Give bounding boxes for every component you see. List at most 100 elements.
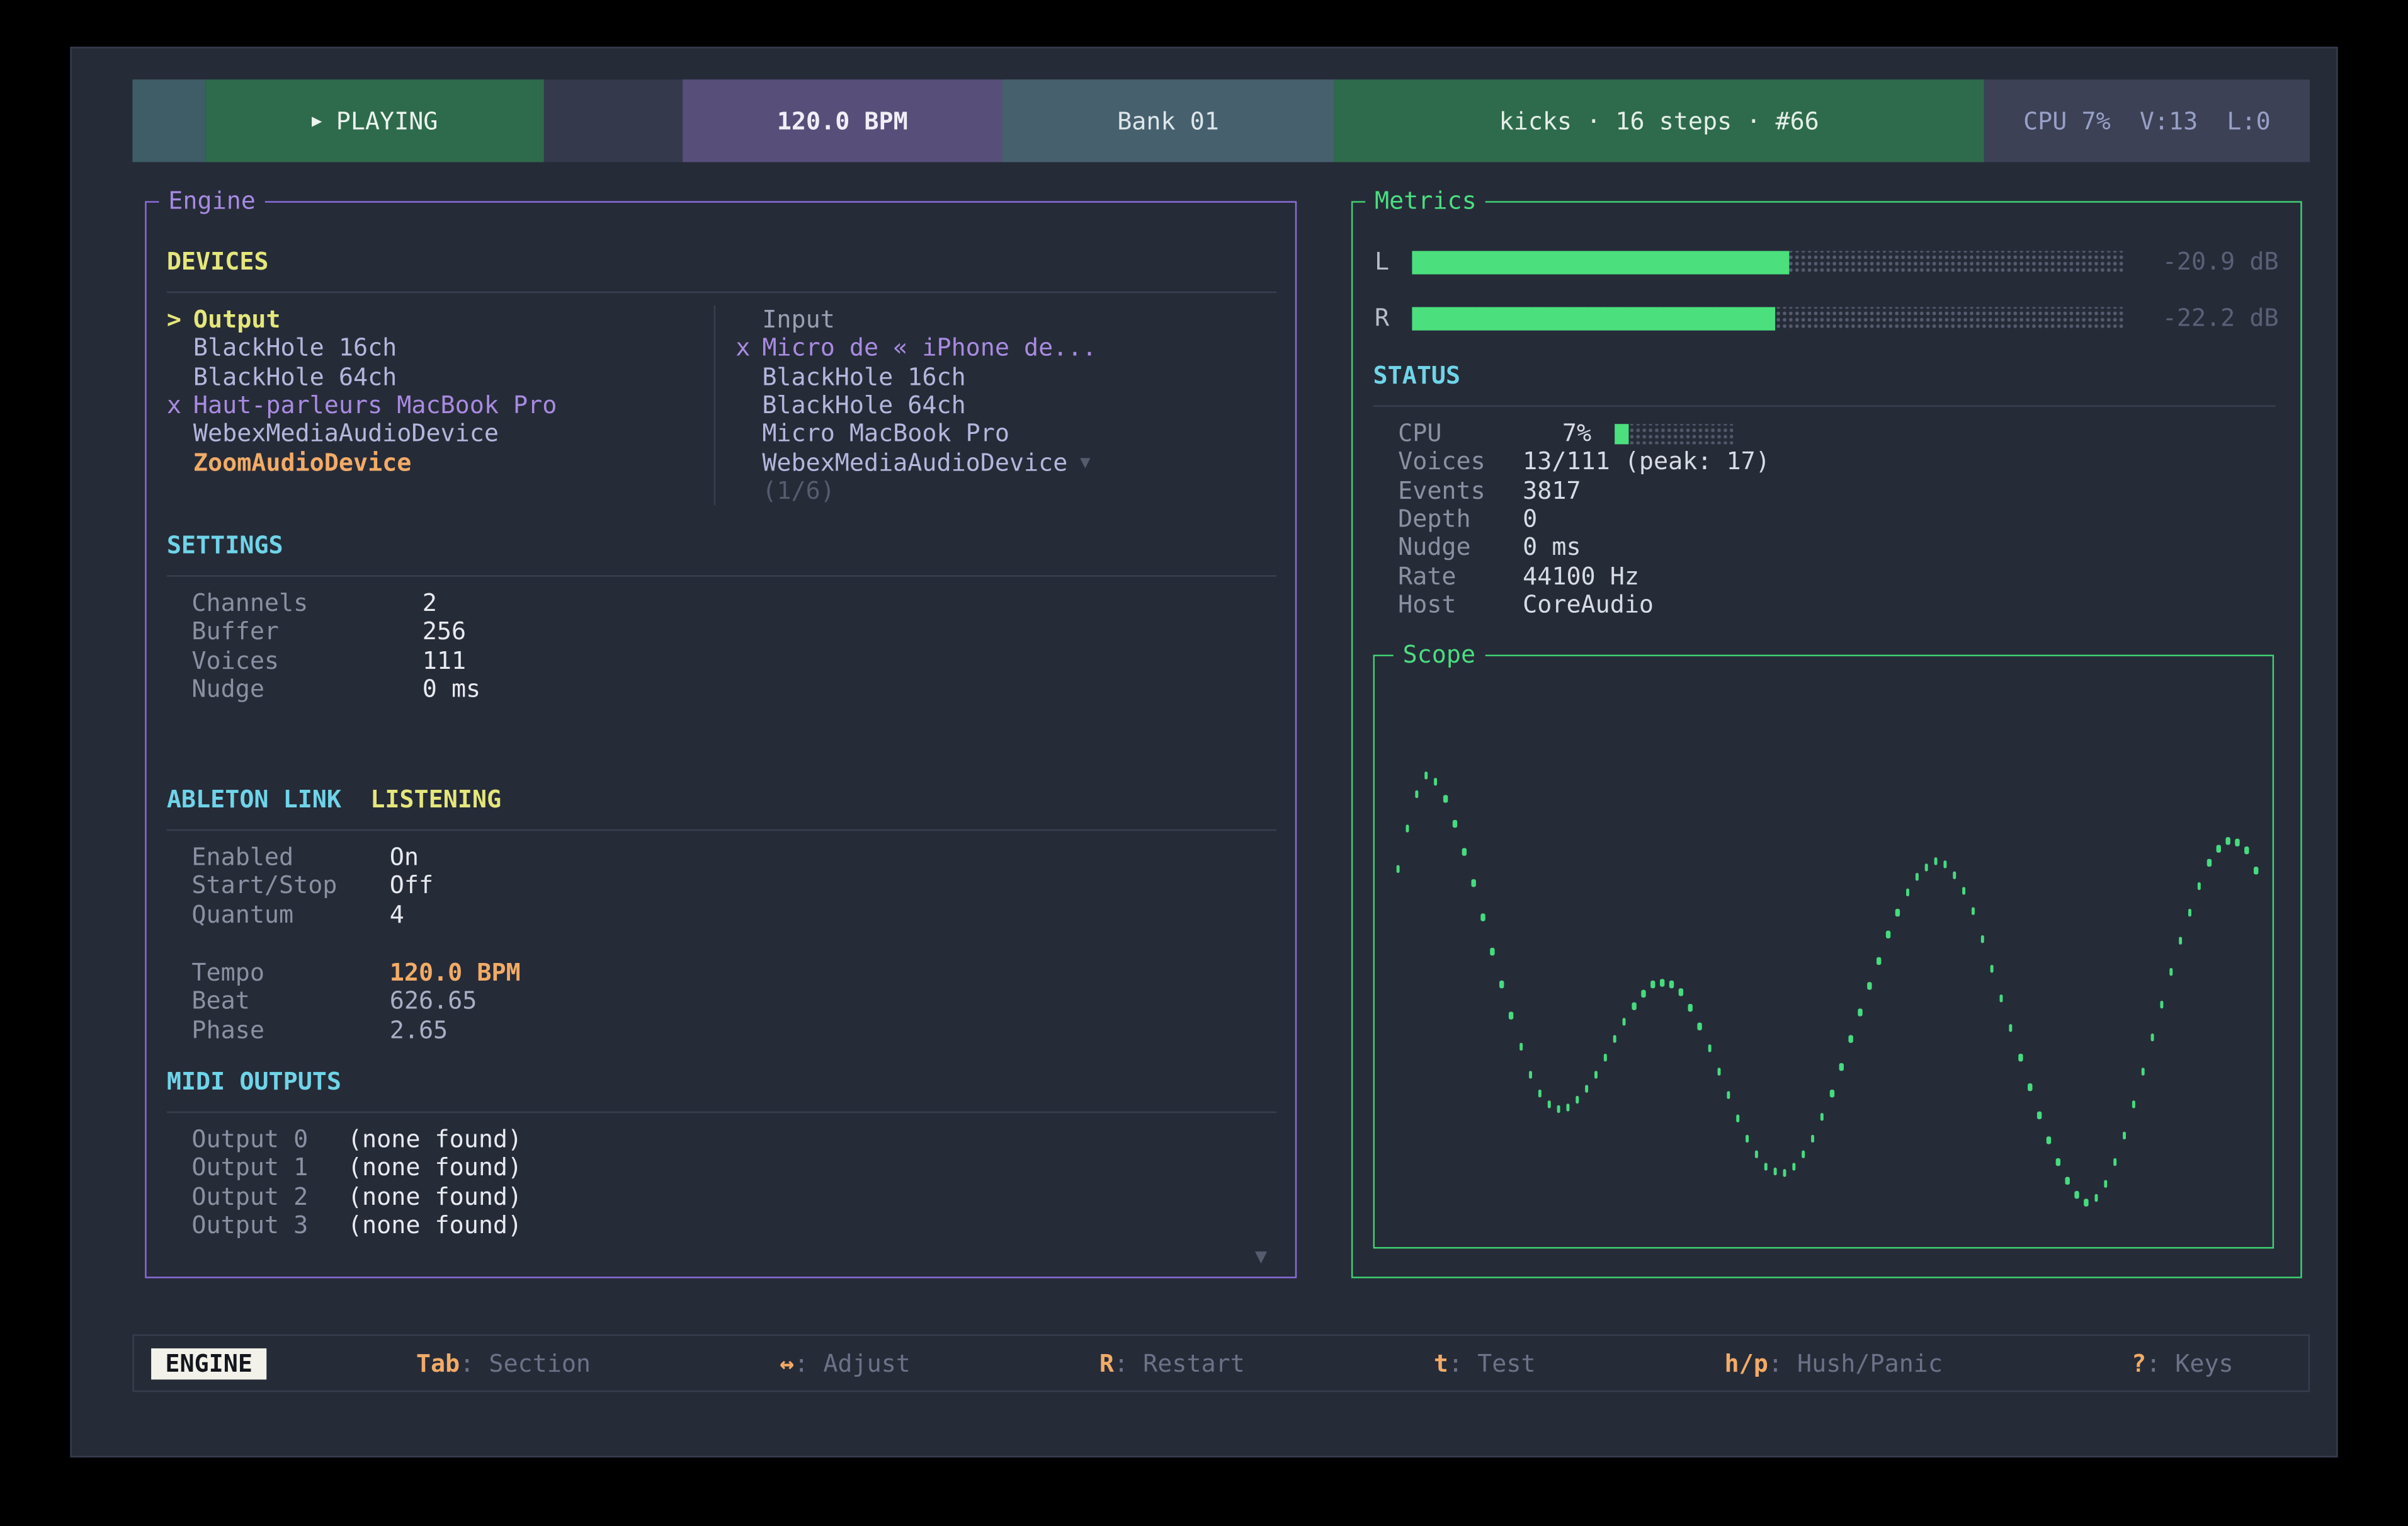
input-device-item[interactable]: BlackHole 16ch — [735, 363, 1276, 391]
divider — [167, 829, 1276, 831]
scope-dot — [1981, 935, 1985, 942]
scope-dot — [2103, 1180, 2107, 1187]
row-value: (none found) — [348, 1211, 522, 1239]
system-stats: CPU 7% V:13 L:0 — [1984, 79, 2310, 162]
scope-dot — [1642, 989, 1645, 997]
scope-dot — [1735, 1115, 1739, 1122]
bpm-display[interactable]: 120.0 BPM — [683, 79, 1002, 162]
output-device-item[interactable]: BlackHole 16ch — [167, 334, 714, 362]
row-value: 44100 Hz — [1523, 562, 1639, 591]
output-list-header[interactable]: >Output — [167, 305, 714, 334]
scope-dot — [1500, 980, 1504, 988]
scope-dot — [1896, 908, 1900, 916]
scope-dot — [1604, 1053, 1608, 1061]
input-pager: (1/6) — [735, 477, 1276, 505]
input-device-item[interactable]: BlackHole 64ch — [735, 391, 1276, 419]
scope-dot — [1613, 1035, 1617, 1043]
device-label: ZoomAudioDevice — [193, 448, 411, 477]
topbar-edge-segment — [132, 79, 205, 162]
meter-fill — [1412, 306, 1775, 329]
settings-row: Channels2 — [167, 589, 1276, 618]
scope-dot — [1820, 1113, 1824, 1121]
app-window: ▶PLAYING 120.0 BPM Bank 01 kicks · 16 st… — [70, 47, 2337, 1457]
scope-dot — [2217, 845, 2220, 852]
scope-dot — [2094, 1194, 2098, 1202]
engine-panel: Engine DEVICES >Output BlackHole 16chBla… — [145, 201, 1297, 1278]
shortcut-action: : Restart — [1114, 1349, 1245, 1377]
bank-display[interactable]: Bank 01 — [1002, 79, 1334, 162]
scope-dot — [1924, 863, 1928, 871]
midi-output-row: Output 2(none found) — [167, 1183, 1276, 1211]
selection-caret: > — [167, 305, 193, 334]
divider — [1373, 406, 2276, 407]
scope-dot — [1585, 1085, 1589, 1093]
link-row: Quantum4 — [167, 901, 1276, 929]
settings-row: Buffer256 — [167, 618, 1276, 646]
scope-dot — [1745, 1135, 1749, 1142]
device-label: BlackHole 64ch — [193, 363, 397, 391]
status-row: Depth0 — [1373, 505, 2276, 533]
scope-dot — [1679, 989, 1683, 996]
midi-header: MIDI OUTPUTS — [167, 1068, 1276, 1096]
input-device-item[interactable]: xMicro de « iPhone de... — [735, 334, 1276, 362]
input-device-item[interactable]: Micro MacBook Pro — [735, 419, 1276, 448]
row-label: Nudge — [1398, 533, 1523, 562]
row-label: Quantum — [191, 901, 389, 929]
input-device-item[interactable]: WebexMediaAudioDevice ▼ — [735, 448, 1276, 477]
divider — [167, 292, 1276, 293]
scope-dot — [1415, 791, 1419, 799]
scope-dot — [2084, 1199, 2088, 1206]
scope-dot — [1811, 1134, 1815, 1142]
device-label: BlackHole 16ch — [762, 363, 965, 391]
scope-dot — [1670, 981, 1674, 988]
scope-dot — [1830, 1090, 1834, 1097]
row-label: Buffer — [191, 618, 422, 646]
row-value: (none found) — [348, 1154, 522, 1183]
pattern-display[interactable]: kicks · 16 steps · #66 — [1334, 79, 1984, 162]
row-label: Beat — [191, 988, 389, 1016]
scope-dot — [1915, 874, 1919, 881]
scope-dot — [2056, 1159, 2060, 1166]
scope-dot — [1868, 982, 1871, 990]
tempo-row: Tempo120.0 BPM — [167, 959, 1276, 987]
scope-dot — [1849, 1035, 1853, 1042]
device-marker: x — [167, 391, 193, 419]
scope-dot — [1443, 795, 1447, 803]
input-list-header[interactable]: Input — [735, 305, 1276, 334]
output-device-item[interactable]: WebexMediaAudioDevice — [167, 419, 714, 448]
scope-dot — [2160, 1000, 2164, 1008]
meter-channel-label: L — [1375, 248, 1412, 276]
scope-dot — [2198, 883, 2201, 891]
output-device-item[interactable]: ZoomAudioDevice — [167, 448, 714, 477]
scope-dot — [2226, 838, 2230, 845]
status-rows: CPU7% Voices13/111 (peak: 17)Events3817D… — [1373, 419, 2276, 619]
scope-dot — [1802, 1150, 1805, 1158]
play-icon: ▶ — [312, 111, 322, 131]
transport-status[interactable]: ▶PLAYING — [206, 79, 544, 162]
scope-dot — [1661, 978, 1664, 986]
level-meter-left: L-20.9 dB — [1375, 245, 2279, 279]
engine-panel-title: Engine — [159, 187, 264, 215]
output-device-item[interactable]: xHaut-parleurs MacBook Pro — [167, 391, 714, 419]
status-section: STATUS CPU7% Voices13/111 (peak: 17)Even… — [1373, 362, 2276, 619]
scope-dot — [1887, 931, 1890, 938]
tempo-rows: Tempo120.0 BPMBeat626.65Phase2.65 — [167, 959, 1276, 1044]
scope-dot — [1877, 957, 1881, 964]
shortcut-key: t — [1434, 1349, 1448, 1377]
cpu-label: CPU — [1398, 419, 1523, 448]
row-label: Start/Stop — [191, 872, 389, 901]
shortcut-hint: h/p: Hush/Panic — [1725, 1349, 1943, 1377]
scope-dot — [1717, 1068, 1720, 1076]
dropdown-caret-icon[interactable]: ▼ — [1080, 452, 1090, 472]
pager-label: (1/6) — [762, 477, 835, 505]
status-row-cpu: CPU7% — [1373, 419, 2276, 448]
link-status-badge: LISTENING — [370, 785, 501, 814]
scope-dot — [1858, 1008, 1862, 1015]
devices-header: DEVICES — [167, 248, 1276, 276]
device-label: WebexMediaAudioDevice — [762, 448, 1067, 477]
scope-dot — [1424, 771, 1428, 778]
shortcut-hint: Tab: Section — [416, 1349, 591, 1377]
row-value: CoreAudio — [1523, 591, 1654, 619]
output-device-item[interactable]: BlackHole 64ch — [167, 363, 714, 391]
scroll-down-icon[interactable]: ▼ — [1255, 1246, 1267, 1269]
